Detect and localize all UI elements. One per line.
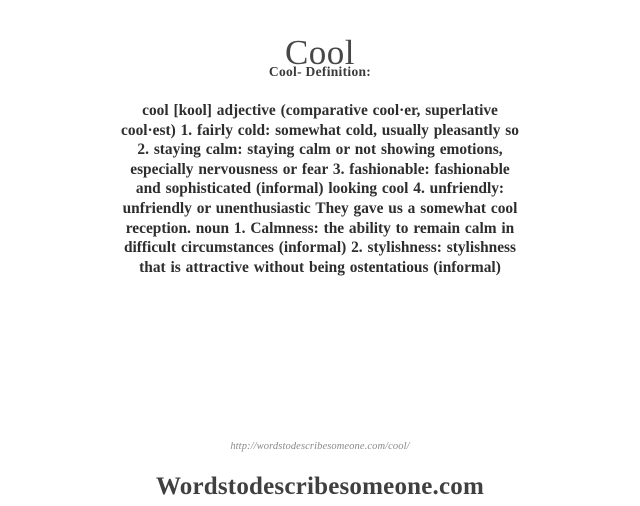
definition-line: that is attractive without being ostenta… — [139, 258, 501, 276]
definition-line: reception. noun 1. Calmness: the ability… — [125, 219, 515, 237]
source-url[interactable]: http://wordstodescribesomeone.com/cool/ — [0, 440, 640, 454]
definition-line: especially nervousness or fear 3. fashio… — [130, 160, 510, 178]
definition-text-block: cool [kool] adjective (comparative cool·… — [30, 101, 610, 277]
definition-line: cool·est) 1. fairly cold: somewhat cold,… — [121, 121, 519, 139]
definition-page: Cool Cool- Definition: cool [kool] adjec… — [0, 0, 640, 506]
definition-line: difficult circumstances (informal) 2. st… — [123, 239, 517, 257]
definition-subtitle: Cool- Definition: — [268, 64, 372, 79]
definition-line: 2. staying calm: staying calm or not sho… — [137, 141, 503, 159]
site-name: Wordstodescribesomeone.com — [155, 473, 485, 500]
definition-line: and sophisticated (informal) looking coo… — [135, 180, 505, 198]
definition-line: unfriendly or unenthusiastic They gave u… — [122, 199, 518, 217]
definition-line: cool [kool] adjective (comparative cool·… — [142, 102, 498, 119]
